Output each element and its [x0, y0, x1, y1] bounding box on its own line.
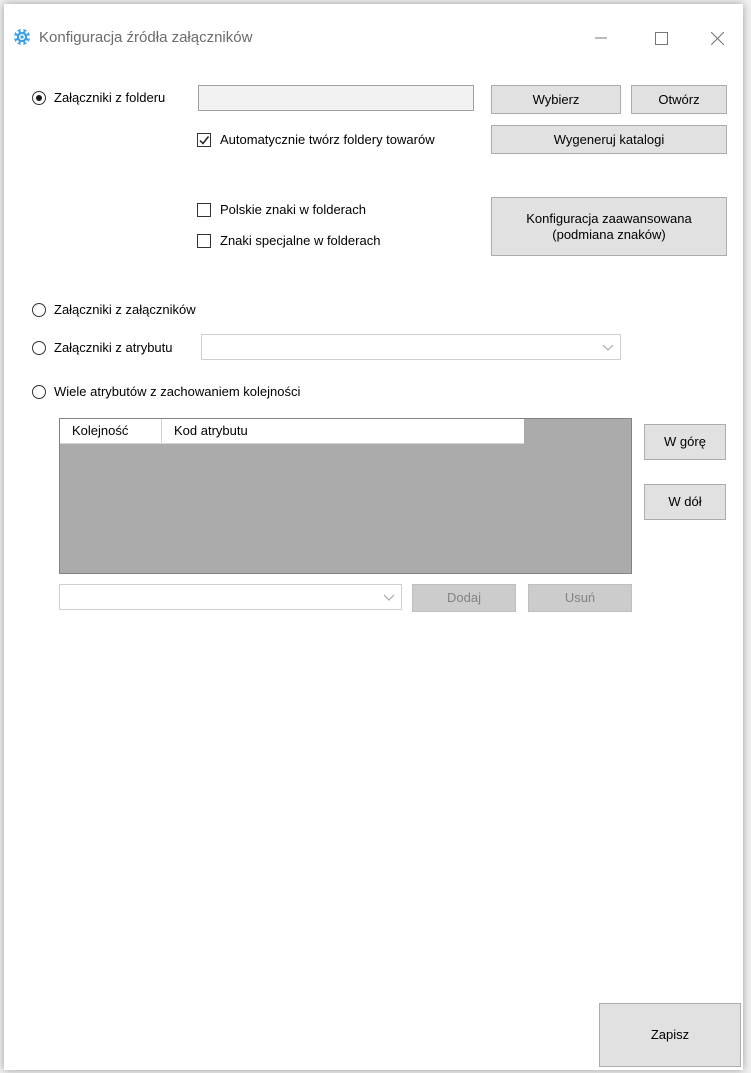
auto-create-folders-label: Automatycznie twórz foldery towarów: [220, 132, 435, 147]
attribute-order-grid[interactable]: Kolejność Kod atrybutu: [59, 418, 632, 574]
close-icon: [710, 31, 724, 45]
choose-folder-button[interactable]: Wybierz: [491, 85, 621, 114]
advanced-config-label-line2: (podmiana znaków): [552, 226, 666, 242]
folder-source-radio[interactable]: [32, 91, 46, 105]
move-down-button[interactable]: W dół: [644, 484, 726, 520]
special-chars-label: Znaki specjalne w folderach: [220, 233, 381, 248]
folder-path-input[interactable]: [198, 85, 474, 111]
open-folder-button[interactable]: Otwórz: [631, 85, 727, 114]
maximize-icon: [654, 31, 668, 45]
advanced-config-label-line1: Konfiguracja zaawansowana: [526, 210, 692, 226]
close-button[interactable]: [694, 18, 740, 58]
attachments-source-radio[interactable]: [32, 303, 46, 317]
remove-attribute-button[interactable]: Usuń: [528, 584, 632, 612]
dialog-window: Konfiguracja źródła załączników Załączni…: [4, 4, 743, 1070]
chevron-down-icon: [602, 344, 614, 351]
polish-chars-checkbox[interactable]: [197, 203, 211, 217]
minimize-icon: [595, 37, 607, 39]
multi-attribute-source-radio[interactable]: [32, 385, 46, 399]
settings-gear-icon: [13, 28, 31, 46]
grid-header-row: Kolejność Kod atrybutu: [60, 419, 524, 444]
title-bar: Konfiguracja źródła załączników: [4, 4, 743, 64]
attribute-source-radio[interactable]: [32, 341, 46, 355]
generate-catalogs-button[interactable]: Wygeneruj katalogi: [491, 125, 727, 154]
move-up-button[interactable]: W górę: [644, 424, 726, 460]
window-title: Konfiguracja źródła załączników: [39, 29, 253, 46]
add-attribute-button[interactable]: Dodaj: [412, 584, 516, 612]
grid-column-attribute-code[interactable]: Kod atrybutu: [161, 419, 523, 443]
checkmark-icon: [199, 136, 210, 145]
maximize-button[interactable]: [638, 18, 684, 58]
save-button[interactable]: Zapisz: [599, 1003, 741, 1067]
folder-source-label: Załączniki z folderu: [54, 90, 166, 105]
multi-attribute-source-label: Wiele atrybutów z zachowaniem kolejności: [54, 384, 301, 399]
grid-column-order[interactable]: Kolejność: [60, 419, 161, 443]
auto-create-folders-checkbox[interactable]: [197, 133, 211, 147]
special-chars-checkbox[interactable]: [197, 234, 211, 248]
polish-chars-label: Polskie znaki w folderach: [220, 202, 366, 217]
advanced-config-button[interactable]: Konfiguracja zaawansowana (podmiana znak…: [491, 197, 727, 256]
attachments-source-label: Załączniki z załączników: [54, 302, 196, 317]
minimize-button[interactable]: [578, 18, 624, 58]
attribute-add-select[interactable]: [59, 584, 402, 610]
chevron-down-icon: [383, 594, 395, 601]
attribute-select[interactable]: [201, 334, 621, 360]
attribute-source-label: Załączniki z atrybutu: [54, 340, 173, 355]
